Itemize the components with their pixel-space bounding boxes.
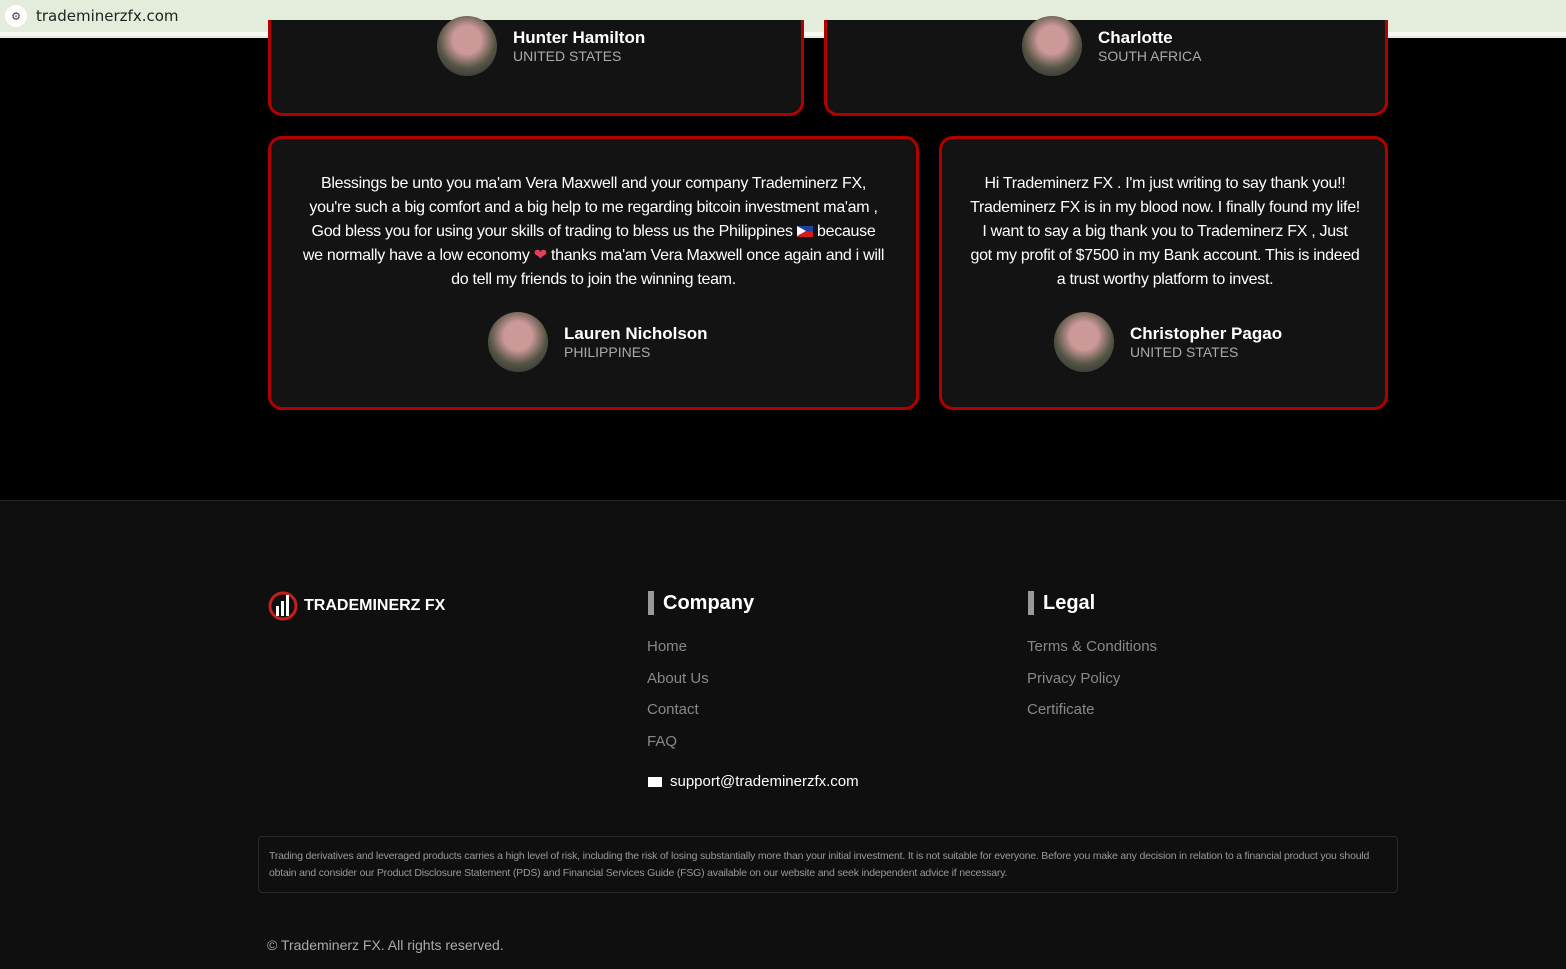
- footer-link-about[interactable]: About Us: [647, 670, 709, 687]
- person-name: Charlotte: [1098, 28, 1173, 47]
- person-country: UNITED STATES: [513, 48, 622, 64]
- footer: [0, 500, 1566, 969]
- footer-link-contact[interactable]: Contact: [647, 701, 699, 718]
- avatar: [488, 312, 548, 372]
- footer-link-faq[interactable]: FAQ: [647, 733, 677, 750]
- person-country: SOUTH AFRICA: [1098, 48, 1202, 64]
- footer-logo[interactable]: TRADEMINERZ FX: [268, 590, 445, 622]
- avatar: [437, 16, 497, 76]
- url-text[interactable]: trademinerzfx.com: [36, 7, 179, 25]
- testimonial-card: Hi Trademinerz FX . I'm just writing to …: [939, 136, 1388, 410]
- heart-icon: ❤: [533, 247, 547, 264]
- email-text: support@trademinerzfx.com: [670, 773, 859, 790]
- footer-link-certificate[interactable]: Certificate: [1027, 701, 1095, 718]
- testimonial-card: Charlotte SOUTH AFRICA: [824, 16, 1388, 116]
- footer-link-terms[interactable]: Terms & Conditions: [1027, 638, 1157, 655]
- brand-name: TRADEMINERZ FX: [304, 597, 446, 614]
- logo-chart-icon: [268, 591, 298, 621]
- company-heading: Company: [648, 591, 754, 615]
- footer-link-privacy[interactable]: Privacy Policy: [1027, 670, 1120, 687]
- person-name: Hunter Hamilton: [513, 28, 646, 47]
- legal-heading: Legal: [1028, 591, 1095, 615]
- person-country: PHILIPPINES: [564, 344, 651, 360]
- avatar: [1022, 16, 1082, 76]
- footer-link-home[interactable]: Home: [647, 638, 687, 655]
- testimonial-text: Hi Trademinerz FX . I'm just writing to …: [970, 175, 1360, 288]
- testimonial-card: Hunter Hamilton UNITED STATES: [268, 16, 804, 116]
- testimonial-card: Blessings be unto you ma'am Vera Maxwell…: [268, 136, 919, 410]
- copyright: © Trademinerz FX. All rights reserved.: [267, 937, 504, 953]
- avatar: [1054, 312, 1114, 372]
- testimonial-text-part: Blessings be unto you ma'am Vera Maxwell…: [309, 175, 878, 240]
- risk-disclaimer: Trading derivatives and leveraged produc…: [258, 836, 1398, 893]
- site-settings-icon[interactable]: ⚙: [5, 5, 27, 27]
- testimonial-text: Blessings be unto you ma'am Vera Maxwell…: [301, 172, 886, 292]
- person-country: UNITED STATES: [1130, 344, 1239, 360]
- support-email-link[interactable]: support@trademinerzfx.com: [648, 773, 859, 790]
- envelope-icon: [648, 776, 662, 787]
- person-name: Christopher Pagao: [1130, 324, 1283, 343]
- person-name: Lauren Nicholson: [564, 324, 708, 343]
- philippines-flag-icon: [796, 226, 813, 237]
